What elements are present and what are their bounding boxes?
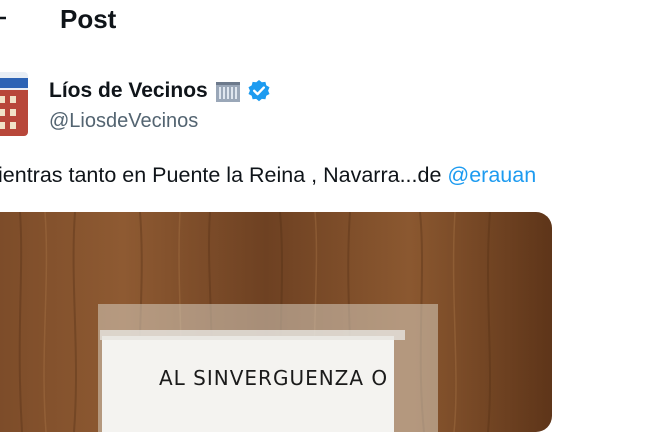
post-image[interactable] — [0, 212, 552, 432]
post-text: ientras tanto en Puente la Reina , Navar… — [0, 160, 536, 190]
mention-link[interactable]: @erauan — [447, 163, 536, 187]
author-handle[interactable]: @LiosdeVecinos — [49, 108, 198, 134]
author-display-name[interactable]: Líos de Vecinos — [49, 78, 208, 104]
back-arrow-icon[interactable] — [0, 5, 12, 31]
author-name-row[interactable]: Líos de Vecinos — [49, 78, 271, 104]
page-title: Post — [60, 4, 117, 34]
avatar[interactable] — [0, 72, 28, 136]
building-emoji-icon — [215, 82, 240, 102]
verified-badge-icon — [248, 80, 270, 102]
post-body-text: ientras tanto en Puente la Reina , Navar… — [0, 163, 448, 187]
note-text: AL SINVERGUENZA O — [159, 366, 389, 390]
